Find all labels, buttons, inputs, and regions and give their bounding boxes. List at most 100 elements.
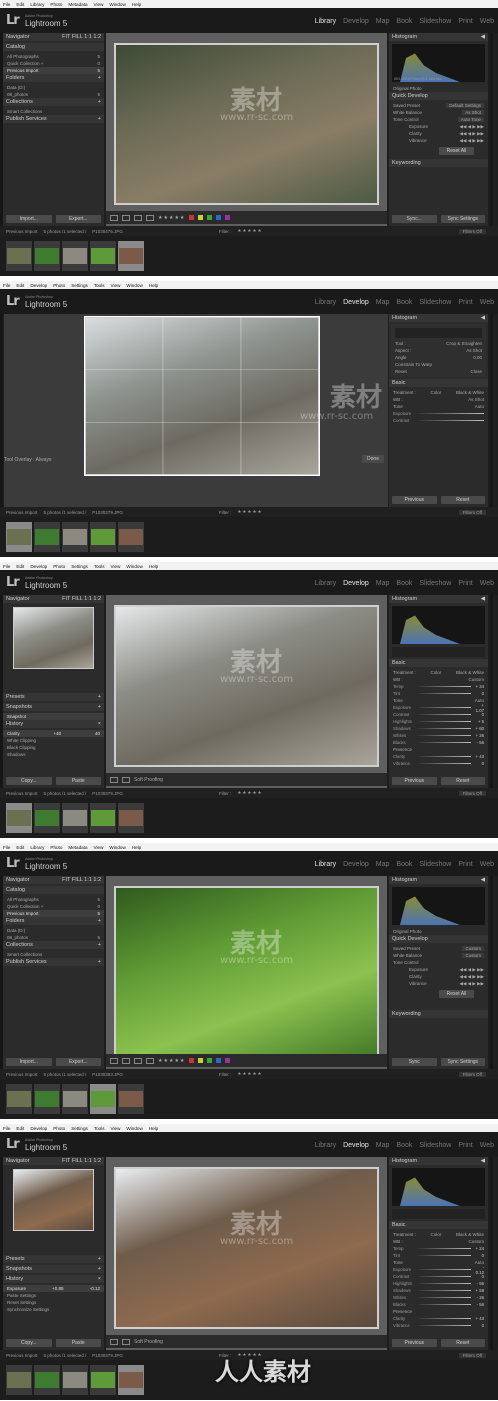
module-library[interactable]: Library xyxy=(315,1142,336,1149)
wb-row[interactable]: WB : As Shot xyxy=(389,396,488,403)
panel-header-publish-services[interactable]: Publish Services + xyxy=(3,115,104,123)
export-button[interactable]: Export... xyxy=(55,215,101,223)
menu-item[interactable]: Develop xyxy=(30,1126,47,1131)
crop-aspect-row[interactable]: Aspect : As Shot xyxy=(391,347,486,354)
module-map[interactable]: Map xyxy=(376,1142,390,1149)
wb-select[interactable]: Custom xyxy=(468,1239,484,1244)
filters-off-select[interactable]: Filters Off xyxy=(458,1352,486,1358)
reset-all-button[interactable]: Reset All xyxy=(439,147,474,155)
menu-item[interactable]: File xyxy=(3,564,10,569)
treatment-row[interactable]: Treatment : Color Black & White xyxy=(389,1231,488,1238)
treatment-treatment[interactable]: Treatment : xyxy=(393,390,416,395)
wb-row[interactable]: WB : Custom xyxy=(389,1238,488,1245)
star-icon[interactable]: ★★★★★ xyxy=(237,790,262,796)
filmstrip-label[interactable]: Previous Import xyxy=(6,791,38,796)
navigator-preview[interactable] xyxy=(13,607,94,669)
filmstrip-thumbnail[interactable] xyxy=(90,522,116,552)
import-button[interactable]: Import... xyxy=(6,215,52,223)
history-step[interactable]: White Clipping xyxy=(3,737,104,744)
slider-value[interactable]: 0 xyxy=(474,761,484,766)
module-web[interactable]: Web xyxy=(480,1142,494,1149)
panel-header-folders[interactable]: Folders + xyxy=(3,74,104,82)
filmstrip-thumbnail[interactable] xyxy=(34,522,60,552)
slider-track[interactable] xyxy=(418,1255,471,1256)
menu-item[interactable]: Edit xyxy=(16,283,24,288)
quick-develop-adjust[interactable]: Vibrance ◀◀ ◀ ▶ ▶▶ xyxy=(389,137,488,144)
list-item[interactable]: Previous Import 5 xyxy=(3,67,104,74)
quick-develop-row[interactable]: White Balance As Shot xyxy=(389,109,488,116)
filmstrip-thumbnail[interactable] xyxy=(90,241,116,271)
list-item[interactable]: Data (D:) xyxy=(3,84,104,91)
list-item[interactable]: All Photographs 5 xyxy=(3,53,104,60)
module-web[interactable]: Web xyxy=(480,18,494,25)
highlights-slider[interactable]: Highlights - 56 xyxy=(389,1280,488,1287)
menu-item[interactable]: Develop xyxy=(30,283,47,288)
module-print[interactable]: Print xyxy=(458,18,472,25)
treatment-bw[interactable]: Black & White xyxy=(456,390,484,395)
row-select[interactable]: Custom xyxy=(462,946,484,951)
contrast-slider[interactable]: Contrast 0 xyxy=(389,1273,488,1280)
menu-item[interactable]: File xyxy=(3,2,10,7)
quick-develop-adjust[interactable]: Clarity ◀◀ ◀ ▶ ▶▶ xyxy=(389,130,488,137)
crop-reset-button[interactable]: Reset xyxy=(395,369,407,374)
collapse-triangle-icon[interactable]: ◀ xyxy=(481,315,485,321)
sync-settings-button[interactable]: Sync Settings xyxy=(440,1058,485,1066)
reset-button[interactable]: Reset xyxy=(440,777,485,785)
slider-value[interactable]: + 1.07 xyxy=(474,703,484,713)
tool-strip[interactable] xyxy=(392,1209,485,1219)
slider-value[interactable]: + 60 xyxy=(474,726,484,731)
previous-button[interactable]: Previous xyxy=(392,1339,437,1347)
menu-item[interactable]: Library xyxy=(30,845,44,850)
color-label-icon[interactable] xyxy=(207,215,213,220)
slider-value[interactable]: + 24 xyxy=(474,1246,484,1251)
module-library[interactable]: Library xyxy=(315,861,336,868)
filmstrip-label[interactable]: Previous Import xyxy=(6,510,38,515)
panel-extra[interactable]: + xyxy=(98,99,101,105)
paste-button[interactable]: Paste xyxy=(55,777,101,785)
sync-settings-button[interactable]: Sync Settings xyxy=(440,215,485,223)
panel-header-basic[interactable]: Basic xyxy=(389,1221,488,1229)
panel-extra[interactable]: + xyxy=(98,75,101,81)
auto-tone-button[interactable]: Auto xyxy=(475,404,484,409)
list-item[interactable]: Smart Collections xyxy=(3,108,104,115)
temp-slider[interactable]: Temp + 34 xyxy=(389,683,488,690)
exposure-slider[interactable]: Exposure xyxy=(389,410,488,417)
copy-button[interactable]: Copy... xyxy=(6,1339,52,1347)
adjust-arrows-icon[interactable]: ◀◀ ◀ ▶ ▶▶ xyxy=(459,138,484,144)
menu-item[interactable]: Window xyxy=(126,283,142,288)
history-step[interactable]: Shadows xyxy=(3,751,104,758)
filmstrip-thumbnail[interactable] xyxy=(118,241,144,271)
filmstrip-thumbnail[interactable] xyxy=(118,522,144,552)
module-print[interactable]: Print xyxy=(458,299,472,306)
menu-item[interactable]: Edit xyxy=(16,2,24,7)
crop-close-button[interactable]: Close xyxy=(470,369,482,374)
loupe-view-icon[interactable] xyxy=(122,214,130,221)
menu-item[interactable]: Help xyxy=(149,564,158,569)
slider-track[interactable] xyxy=(418,1248,471,1249)
adjust-arrows-icon[interactable]: ◀◀ ◀ ▶ ▶▶ xyxy=(459,131,484,137)
original-photo-checkbox[interactable]: Original Photo xyxy=(389,85,488,92)
menu-item[interactable]: Develop xyxy=(30,564,47,569)
module-web[interactable]: Web xyxy=(480,580,494,587)
filters-off-select[interactable]: Filters Off xyxy=(458,509,486,515)
module-print[interactable]: Print xyxy=(458,1142,472,1149)
slider-value[interactable]: - 56 xyxy=(474,1302,484,1307)
panel-extra[interactable]: FIT FILL 1:1 1:2 xyxy=(62,596,101,602)
main-image-view[interactable] xyxy=(106,876,387,1069)
constrain-checkbox[interactable]: Constrain To Warp xyxy=(391,361,486,368)
slider-track[interactable] xyxy=(418,420,484,421)
grid-view-icon[interactable] xyxy=(110,214,118,221)
exposure-slider[interactable]: Exposure - 0.12 xyxy=(389,1265,488,1275)
menu-item[interactable]: Edit xyxy=(16,1126,24,1131)
filmstrip-file[interactable]: P1030476.JPG xyxy=(92,229,123,234)
import-button[interactable]: Import... xyxy=(6,1058,52,1066)
grid-view-icon[interactable] xyxy=(110,776,118,783)
color-label-icon[interactable] xyxy=(189,1058,195,1063)
menu-item[interactable]: Window xyxy=(109,2,125,7)
crop-tool-row[interactable]: Tool : Crop & Straighten xyxy=(391,340,486,347)
slider-track[interactable] xyxy=(418,1290,471,1291)
collapse-triangle-icon[interactable]: ◀ xyxy=(481,34,485,40)
menu-item[interactable]: Photo xyxy=(50,845,62,850)
history-step[interactable]: Black Clipping xyxy=(3,744,104,751)
vibrance-slider[interactable]: Vibrance 0 xyxy=(389,760,488,767)
